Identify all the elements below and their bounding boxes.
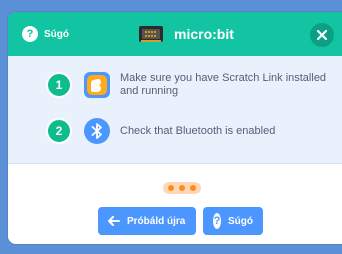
connection-modal: ? Súgó micro:bit 1 Make sure you have Sc… [8,12,342,244]
step-2-text: Check that Bluetooth is enabled [120,124,276,137]
modal-footer: Próbáld újra ? Súgó [8,164,342,244]
try-again-label: Próbáld újra [127,215,186,227]
modal-title: micro:bit [138,24,234,44]
loading-dot [168,185,174,191]
step-1: 1 Make sure you have Scratch Link instal… [46,70,336,100]
loading-dot [190,185,196,191]
close-button[interactable] [310,23,334,47]
try-again-button[interactable]: Próbáld újra [98,207,196,235]
footer-help-button[interactable]: ? Súgó [203,207,263,235]
arrow-left-icon [108,216,120,226]
modal-title-text: micro:bit [174,26,234,42]
header-help-button[interactable]: ? Súgó [22,26,69,42]
step-1-text: Make sure you have Scratch Link installe… [120,72,327,97]
bluetooth-icon [84,118,110,144]
close-icon [317,30,327,40]
modal-header: ? Súgó micro:bit [8,12,342,56]
step-2: 2 Check that Bluetooth is enabled [46,116,336,146]
help-icon: ? [22,26,38,42]
loading-dot [179,185,185,191]
microbit-device-icon [139,26,163,42]
header-help-label: Súgó [44,28,69,40]
help-icon: ? [213,213,221,229]
step-number-badge: 2 [46,118,72,144]
loading-dots [163,182,201,194]
step-number-badge: 1 [46,72,72,98]
scratch-link-icon [84,72,110,98]
footer-help-label: Súgó [228,215,253,227]
step-icon-box [82,116,112,146]
step-icon-box [82,70,112,100]
